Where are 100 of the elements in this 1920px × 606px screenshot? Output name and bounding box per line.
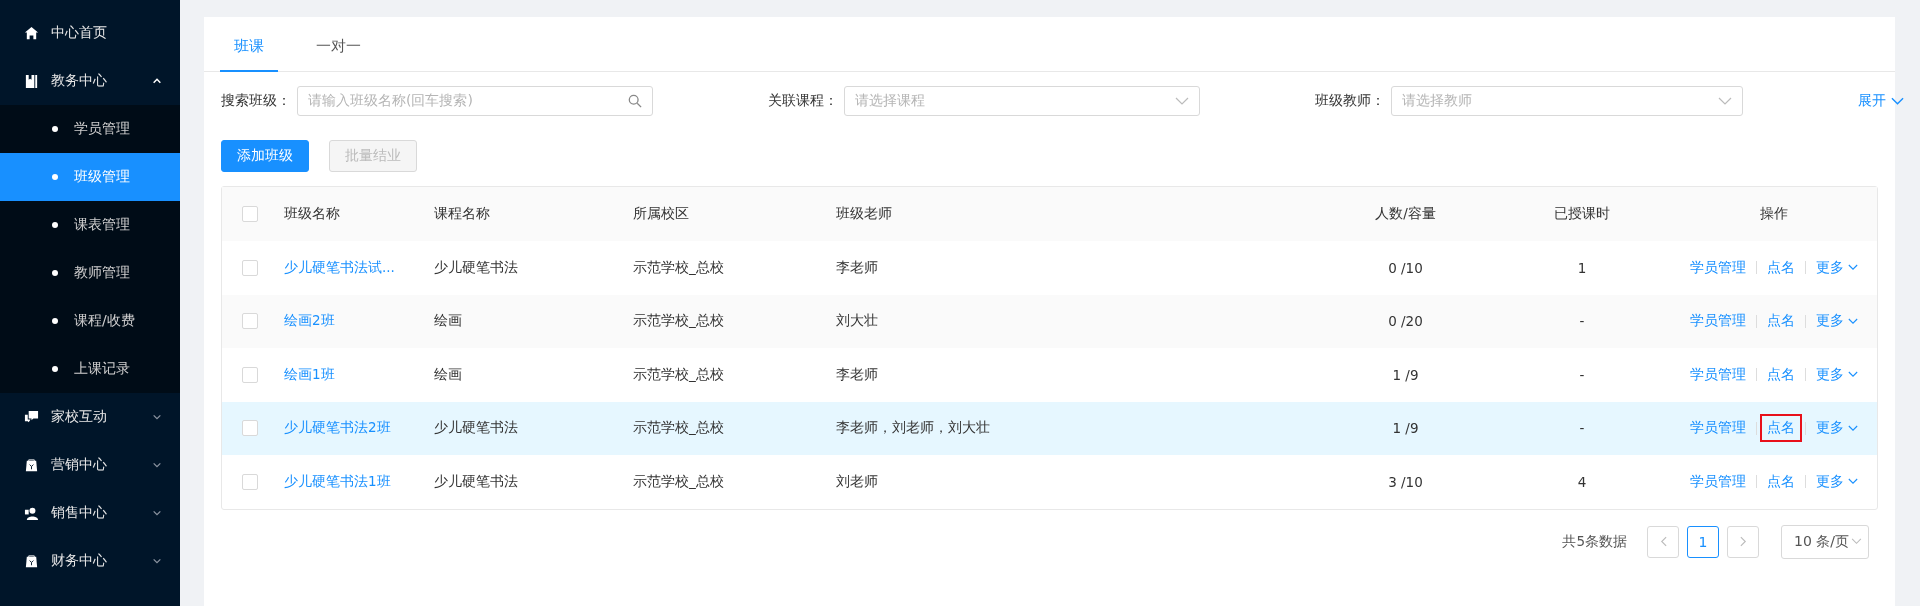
more-dropdown[interactable]: 更多 — [1809, 307, 1865, 336]
menu-item[interactable]: 财务中心 — [0, 537, 180, 585]
more-dropdown[interactable]: 更多 — [1809, 253, 1865, 282]
chevron-icon — [152, 508, 162, 518]
submenu-item[interactable]: 上课记录 — [0, 345, 180, 393]
filter-label: 搜索班级： — [221, 92, 291, 110]
action-link[interactable]: 点名 — [1760, 360, 1802, 389]
chevron-down-icon — [1175, 97, 1189, 105]
table-cell: 1 /9 — [1392, 420, 1419, 437]
class-name-link[interactable]: 绘画2班 — [284, 312, 335, 331]
chevron-down-icon — [1848, 424, 1858, 432]
chevron-right-icon — [1739, 536, 1747, 547]
chevron-icon — [152, 412, 162, 422]
chevron-down-icon — [1718, 97, 1732, 105]
class-name-link[interactable]: 少儿硬笔书法试... — [284, 258, 395, 277]
action-link[interactable]: 学员管理 — [1683, 253, 1753, 282]
table-cell: - — [1579, 366, 1585, 383]
select-field[interactable]: 请选择教师 — [1391, 86, 1743, 116]
menu-item[interactable]: 教务中心 — [0, 57, 180, 105]
table-cell: 示范学校_总校 — [633, 419, 724, 438]
table-cell: 少儿硬笔书法 — [434, 419, 518, 438]
action-link[interactable]: 学员管理 — [1683, 467, 1753, 496]
select-field[interactable]: 请选择课程 — [844, 86, 1200, 116]
action-link[interactable]: 学员管理 — [1683, 307, 1753, 336]
tab[interactable]: 一对一 — [302, 37, 375, 72]
class-name-link[interactable]: 少儿硬笔书法1班 — [284, 472, 391, 491]
table-cell: 1 /9 — [1392, 366, 1419, 383]
column-header: 已授课时 — [1554, 205, 1610, 223]
table-cell: 示范学校_总校 — [633, 472, 724, 491]
total-count: 共5条数据 — [1562, 532, 1627, 551]
submenu-item[interactable]: 课程/收费 — [0, 297, 180, 345]
filter-label: 班级教师： — [1315, 92, 1385, 110]
menu-item[interactable]: 中心首页 — [0, 9, 180, 57]
table-cell: 少儿硬笔书法 — [434, 472, 518, 491]
checkbox[interactable] — [242, 206, 258, 222]
bullet-icon — [52, 174, 58, 180]
next-page-button[interactable] — [1727, 525, 1759, 558]
bullet-icon — [52, 126, 58, 132]
page-size-select[interactable]: 10 条/页 — [1781, 524, 1869, 559]
table-cell: 李老师 — [836, 365, 878, 384]
filter-label: 关联课程： — [768, 92, 838, 110]
more-dropdown[interactable]: 更多 — [1809, 467, 1865, 496]
action-link[interactable]: 学员管理 — [1683, 360, 1753, 389]
table-cell: 4 — [1577, 473, 1587, 490]
search-field[interactable]: 请输入班级名称(回车搜索) — [297, 86, 653, 116]
table-cell: 绘画 — [434, 365, 462, 384]
chevron-down-icon — [1848, 371, 1858, 379]
checkbox[interactable] — [242, 259, 258, 276]
bullet-icon — [52, 318, 58, 324]
book-icon — [24, 73, 39, 89]
submenu-item[interactable]: 教师管理 — [0, 249, 180, 297]
table-cell: 绘画 — [434, 312, 462, 331]
checkbox[interactable] — [242, 473, 258, 490]
action-button[interactable]: 添加班级 — [221, 140, 309, 172]
chevron-icon — [152, 76, 162, 86]
table-cell: 示范学校_总校 — [633, 312, 724, 331]
chat-icon — [24, 409, 39, 425]
action-link[interactable]: 点名 — [1760, 253, 1802, 282]
action-link[interactable]: 点名 — [1760, 307, 1802, 336]
expand-link[interactable]: 展开 — [1858, 92, 1904, 110]
action-link[interactable]: 学员管理 — [1683, 414, 1753, 443]
class-name-link[interactable]: 少儿硬笔书法2班 — [284, 419, 391, 438]
column-header: 人数/容量 — [1375, 205, 1436, 223]
chevron-icon — [152, 556, 162, 566]
table-cell: 刘大壮 — [836, 312, 878, 331]
column-header: 所属校区 — [633, 205, 689, 223]
bullet-icon — [52, 270, 58, 276]
column-header: 操作 — [1760, 205, 1788, 223]
bag-icon — [24, 553, 39, 569]
chevron-down-icon — [1891, 97, 1904, 105]
action-link[interactable]: 点名 — [1760, 467, 1802, 496]
table-cell: 示范学校_总校 — [633, 365, 724, 384]
submenu-item[interactable]: 班级管理 — [0, 153, 180, 201]
column-header: 课程名称 — [434, 205, 490, 223]
chevron-down-icon — [1851, 538, 1862, 545]
table-cell: 0 /10 — [1388, 259, 1423, 276]
menu-item[interactable]: 家校互动 — [0, 393, 180, 441]
bag-icon — [24, 457, 39, 473]
more-dropdown[interactable]: 更多 — [1809, 414, 1865, 443]
tab[interactable]: 班课 — [220, 37, 278, 72]
chevron-down-icon — [1848, 478, 1858, 486]
action-link[interactable]: 点名 — [1760, 414, 1802, 443]
checkbox[interactable] — [242, 420, 258, 437]
home-icon — [24, 25, 39, 41]
chevron-down-icon — [1848, 317, 1858, 325]
menu-item[interactable]: 销售中心 — [0, 489, 180, 537]
class-name-link[interactable]: 绘画1班 — [284, 365, 335, 384]
menu-item[interactable]: 营销中心 — [0, 441, 180, 489]
column-header: 班级名称 — [284, 205, 340, 223]
bullet-icon — [52, 366, 58, 372]
submenu-item[interactable]: 课表管理 — [0, 201, 180, 249]
page-button[interactable]: 1 — [1687, 525, 1719, 558]
submenu-item[interactable]: 学员管理 — [0, 105, 180, 153]
previous-page-button[interactable] — [1647, 525, 1679, 558]
table-cell: 0 /20 — [1388, 313, 1423, 330]
checkbox[interactable] — [242, 366, 258, 383]
more-dropdown[interactable]: 更多 — [1809, 360, 1865, 389]
table-cell: - — [1579, 313, 1585, 330]
chevron-left-icon — [1659, 536, 1667, 547]
checkbox[interactable] — [242, 313, 258, 330]
